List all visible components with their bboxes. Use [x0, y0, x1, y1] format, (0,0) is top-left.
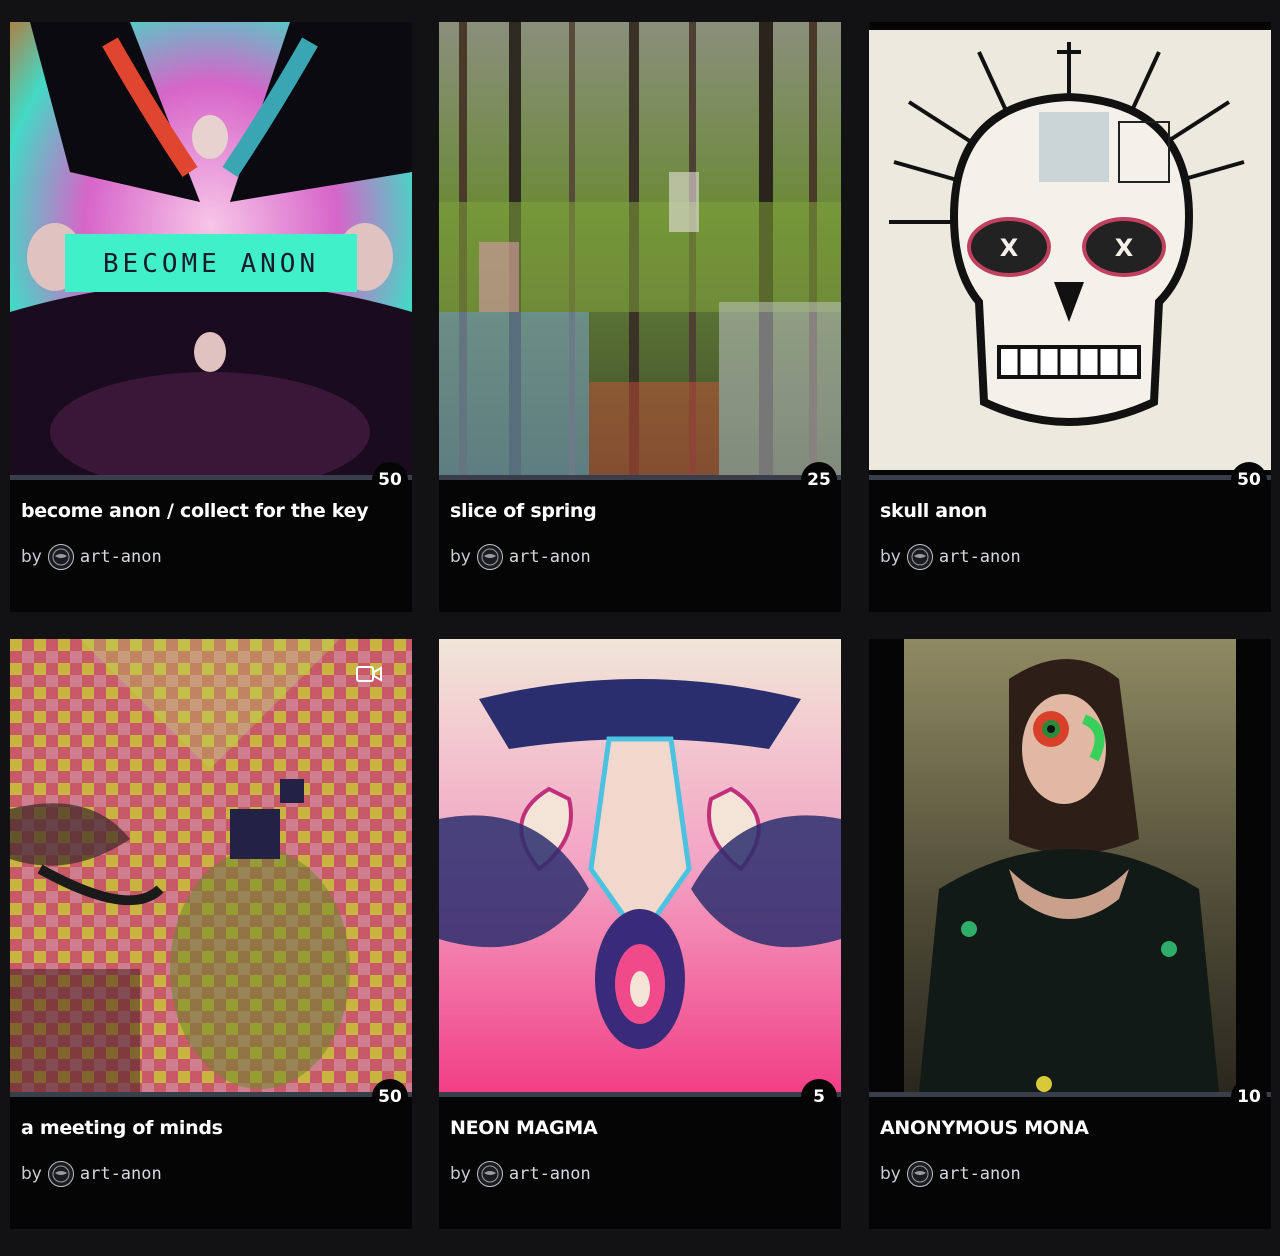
artwork-card[interactable]: 50 a meeting of minds by art-anon: [10, 639, 412, 1229]
artwork-image[interactable]: X X: [869, 22, 1271, 475]
edition-count-badge: 50: [372, 462, 408, 498]
artwork-grid: BECOME ANON 50 become anon / collect for…: [0, 0, 1280, 1256]
edition-count-badge: 50: [372, 1079, 408, 1115]
artist-byline: by art-anon: [21, 544, 162, 570]
artwork-title[interactable]: become anon / collect for the key: [21, 500, 402, 522]
anon-mask-avatar-icon[interactable]: [906, 544, 933, 570]
artist-name[interactable]: art-anon: [939, 1164, 1021, 1184]
edition-progress-track: [869, 475, 1271, 480]
artwork-card[interactable]: 5 NEON MAGMA by art-anon: [439, 639, 841, 1229]
artist-name[interactable]: art-anon: [509, 1164, 591, 1184]
artwork-title[interactable]: NEON MAGMA: [450, 1117, 831, 1139]
edition-progress-track: [869, 1092, 1271, 1097]
edition-progress-track: [10, 475, 412, 480]
artwork-image[interactable]: [10, 639, 412, 1092]
by-label: by: [880, 547, 901, 567]
artwork-title[interactable]: ANONYMOUS MONA: [880, 1117, 1261, 1139]
artwork-image[interactable]: [869, 639, 1271, 1092]
svg-text:X: X: [1115, 234, 1134, 262]
anon-mask-avatar-icon[interactable]: [476, 1161, 503, 1187]
by-label: by: [880, 1164, 901, 1184]
by-label: by: [450, 547, 471, 567]
artist-name[interactable]: art-anon: [939, 547, 1021, 567]
artwork-title[interactable]: a meeting of minds: [21, 1117, 402, 1139]
artwork-image[interactable]: BECOME ANON: [10, 22, 412, 475]
edition-count-badge: 5: [801, 1079, 837, 1115]
artist-name[interactable]: art-anon: [80, 1164, 162, 1184]
artwork-card[interactable]: 10 ANONYMOUS MONA by art-anon: [869, 639, 1271, 1229]
anon-mask-avatar-icon[interactable]: [47, 544, 74, 570]
artwork-image[interactable]: [439, 639, 841, 1092]
artist-name[interactable]: art-anon: [509, 547, 591, 567]
anon-mask-avatar-icon[interactable]: [47, 1161, 74, 1187]
artist-byline: by art-anon: [880, 544, 1021, 570]
artwork-image[interactable]: [439, 22, 841, 475]
edition-progress-track: [10, 1092, 412, 1097]
video-camera-icon: [356, 665, 382, 687]
svg-text:BECOME ANON: BECOME ANON: [103, 249, 319, 279]
artist-byline: by art-anon: [450, 544, 591, 570]
by-label: by: [21, 547, 42, 567]
artwork-title[interactable]: slice of spring: [450, 500, 831, 522]
artwork-card[interactable]: 25 slice of spring by art-anon: [439, 22, 841, 612]
svg-text:X: X: [1000, 234, 1019, 262]
artwork-card[interactable]: BECOME ANON 50 become anon / collect for…: [10, 22, 412, 612]
artist-name[interactable]: art-anon: [80, 547, 162, 567]
by-label: by: [21, 1164, 42, 1184]
anon-mask-avatar-icon[interactable]: [476, 544, 503, 570]
artist-byline: by art-anon: [450, 1161, 591, 1187]
edition-count-badge: 50: [1231, 462, 1267, 498]
artwork-title[interactable]: skull anon: [880, 500, 1261, 522]
by-label: by: [450, 1164, 471, 1184]
edition-progress-track: [439, 475, 841, 480]
edition-count-badge: 25: [801, 462, 837, 498]
edition-progress-track: [439, 1092, 841, 1097]
artist-byline: by art-anon: [880, 1161, 1021, 1187]
artwork-card[interactable]: X X 50 skull anon by art-anon: [869, 22, 1271, 612]
anon-mask-avatar-icon[interactable]: [906, 1161, 933, 1187]
edition-count-badge: 10: [1231, 1079, 1267, 1115]
artist-byline: by art-anon: [21, 1161, 162, 1187]
